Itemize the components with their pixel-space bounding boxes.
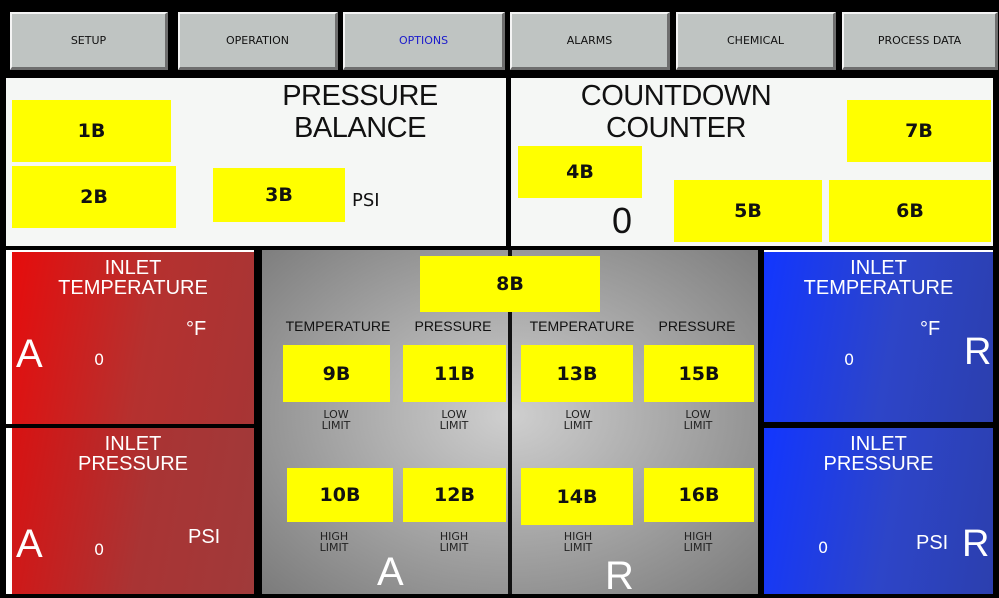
limit-line: LIMIT	[563, 419, 593, 432]
field-12b[interactable]: 12B	[403, 468, 506, 522]
pressure-unit-label: PSI	[352, 190, 380, 211]
fahrenheit-unit: °F	[186, 318, 207, 340]
title-line: COUNTER	[606, 112, 746, 144]
tab-process-data[interactable]: PROCESS DATA	[842, 12, 998, 70]
field-9b[interactable]: 9B	[283, 345, 390, 402]
tab-chemical[interactable]: CHEMICAL	[676, 12, 836, 70]
field-4b[interactable]: 4B	[518, 146, 642, 198]
limit-line: LIMIT	[321, 419, 351, 432]
title-line: PRESSURE	[823, 453, 934, 475]
frame-right	[993, 74, 999, 598]
center-letter-a: A	[377, 550, 404, 594]
inlet-pressure-r-tile: INLET PRESSURE R 0 PSI	[764, 428, 993, 594]
limit-line: LIMIT	[683, 541, 713, 554]
tab-setup[interactable]: SETUP	[10, 12, 168, 70]
field-5b[interactable]: 5B	[674, 180, 822, 242]
divider	[6, 424, 258, 428]
tab-alarms[interactable]: ALARMS	[510, 12, 670, 70]
title-line: BALANCE	[294, 112, 426, 144]
field-1b[interactable]: 1B	[12, 100, 171, 162]
column-header-pressure-r: PRESSURE	[658, 318, 736, 334]
side-letter-r: R	[964, 331, 992, 373]
title-line: PRESSURE	[282, 80, 438, 112]
field-7b[interactable]: 7B	[847, 100, 991, 162]
field-2b[interactable]: 2B	[12, 166, 176, 228]
limit-line: LIMIT	[683, 419, 713, 432]
top-navigation-bar: SETUP OPERATION OPTIONS ALARMS CHEMICAL …	[0, 0, 999, 74]
field-6b[interactable]: 6B	[829, 180, 991, 242]
tile-title: INLET PRESSURE	[12, 434, 254, 474]
field-13b[interactable]: 13B	[521, 345, 633, 402]
low-limit-label: LOW LIMIT	[424, 409, 484, 431]
tile-title: INLET TEMPERATURE	[764, 258, 993, 298]
field-11b[interactable]: 11B	[403, 345, 506, 402]
limit-line: LIMIT	[319, 541, 349, 554]
limit-line: LIMIT	[439, 541, 469, 554]
center-letter-r: R	[605, 554, 634, 598]
psi-unit: PSI	[188, 526, 221, 548]
field-15b[interactable]: 15B	[644, 345, 754, 402]
divider	[254, 250, 262, 594]
title-line: INLET	[104, 257, 162, 279]
column-header-temperature-a: TEMPERATURE	[285, 318, 391, 334]
temperature-value: 0	[844, 350, 855, 369]
limit-line: LIMIT	[563, 541, 593, 554]
pressure-value: 0	[94, 540, 105, 559]
field-16b[interactable]: 16B	[644, 468, 754, 522]
field-14b[interactable]: 14B	[521, 468, 633, 525]
high-limit-label: HIGH LIMIT	[548, 531, 608, 553]
inlet-temperature-a-tile: INLET TEMPERATURE A 0 °F	[12, 252, 254, 424]
inlet-temperature-r-tile: INLET TEMPERATURE R 0 °F	[764, 252, 993, 422]
fahrenheit-unit: °F	[920, 318, 941, 340]
high-limit-label: HIGH LIMIT	[304, 531, 364, 553]
title-line: TEMPERATURE	[803, 277, 954, 299]
pressure-balance-title: PRESSURE BALANCE	[240, 80, 480, 144]
title-line: TEMPERATURE	[58, 277, 208, 299]
countdown-value: 0	[612, 200, 633, 241]
low-limit-label: LOW LIMIT	[668, 409, 728, 431]
psi-unit: PSI	[916, 532, 949, 554]
low-limit-label: LOW LIMIT	[548, 409, 608, 431]
tile-title: INLET PRESSURE	[764, 434, 993, 474]
field-10b[interactable]: 10B	[287, 468, 393, 522]
countdown-counter-title: COUNTDOWN COUNTER	[556, 80, 796, 144]
pressure-value: 0	[818, 538, 829, 557]
side-letter-a: A	[16, 332, 43, 376]
high-limit-label: HIGH LIMIT	[424, 531, 484, 553]
inlet-pressure-a-tile: INLET PRESSURE A 0 PSI	[12, 428, 254, 594]
column-header-pressure-a: PRESSURE	[414, 318, 492, 334]
tab-operation[interactable]: OPERATION	[178, 12, 338, 70]
tab-options[interactable]: OPTIONS	[343, 12, 505, 70]
title-line: INLET	[850, 257, 907, 279]
side-letter-a: A	[16, 522, 43, 566]
column-header-temperature-r: TEMPERATURE	[529, 318, 635, 334]
field-8b[interactable]: 8B	[420, 256, 600, 312]
title-line: PRESSURE	[77, 453, 189, 475]
low-limit-label: LOW LIMIT	[306, 409, 366, 431]
high-limit-label: HIGH LIMIT	[668, 531, 728, 553]
limit-line: LIMIT	[439, 419, 469, 432]
temperature-value: 0	[94, 350, 105, 369]
tile-title: INLET TEMPERATURE	[12, 258, 254, 298]
side-letter-r: R	[962, 523, 990, 565]
title-line: INLET	[850, 433, 907, 455]
title-line: INLET	[104, 433, 162, 455]
field-3b[interactable]: 3B	[213, 168, 345, 222]
title-line: COUNTDOWN	[580, 80, 772, 112]
frame-bottom	[0, 594, 999, 598]
